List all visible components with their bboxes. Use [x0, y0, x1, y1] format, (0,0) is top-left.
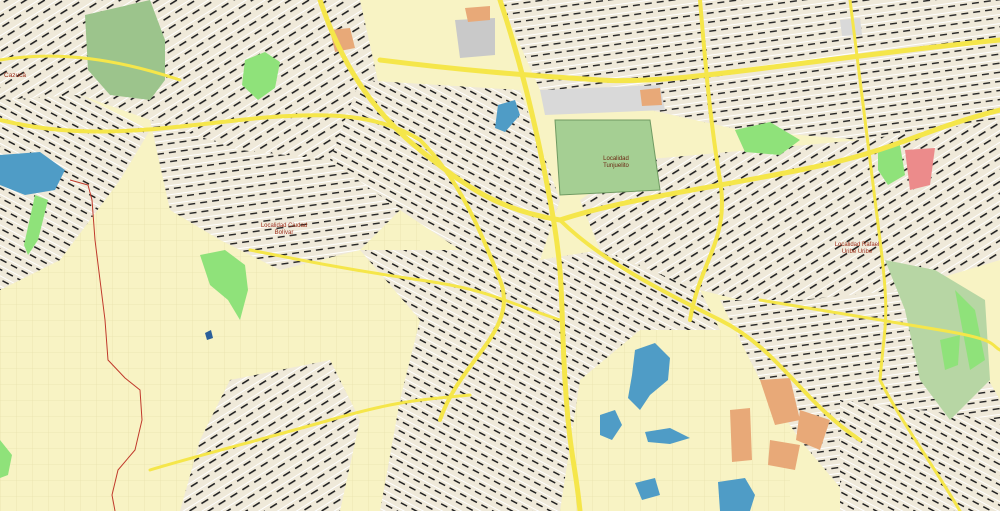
- label-cazuca: Cazucá: [4, 72, 27, 79]
- label-tunjuelito-line1: Localidad: [603, 156, 629, 162]
- label-localidad-rafael-uribe-uribe: Localidad Rafael Uribe Uribe: [818, 242, 896, 256]
- label-rafael-line2: Uribe Uribe: [841, 249, 873, 255]
- label-tunjuelito-line2: Tunjuelito: [603, 163, 629, 169]
- label-localidad-ciudad-bolivar: Localidad Ciudad Bolívar: [252, 223, 316, 237]
- label-rafael-line1: Localidad Rafael: [834, 242, 880, 248]
- label-localidad-tunjuelito: Localidad Tunjuelito: [588, 156, 644, 170]
- label-bolivar-line2: Bolívar: [274, 230, 294, 236]
- label-bolivar-line1: Localidad Ciudad: [260, 223, 308, 229]
- map-canvas[interactable]: Cazucá Localidad Tunjuelito Localidad Ci…: [0, 0, 1000, 511]
